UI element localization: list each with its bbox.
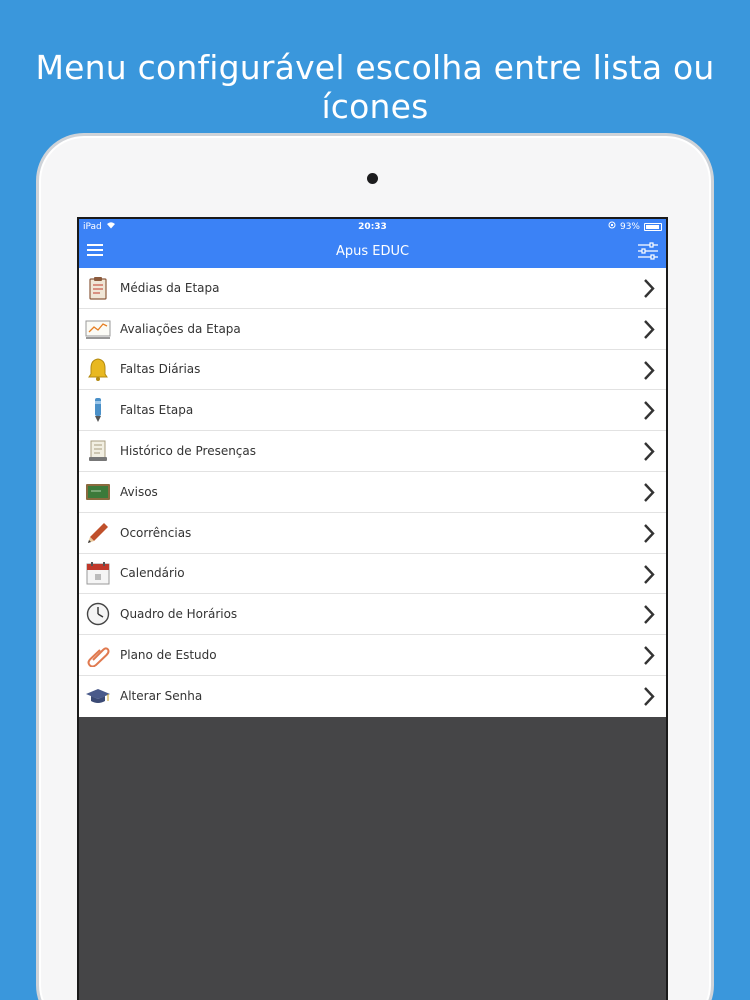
menu-item-faltas-etapa[interactable]: Faltas Etapa: [79, 390, 666, 432]
app-screen: iPad 20:33 93% Apus EDUC Médias da Etapa…: [79, 219, 666, 1000]
chevron-right-icon: [642, 278, 656, 299]
chevron-right-icon: [642, 360, 656, 381]
chevron-right-icon: [642, 564, 656, 585]
menu-item-faltas-diarias[interactable]: Faltas Diárias: [79, 350, 666, 391]
chalkboard-icon: [85, 479, 111, 505]
pencil-icon: [85, 520, 111, 546]
menu-item-label: Ocorrências: [120, 525, 192, 540]
menu-item-ocorrencias[interactable]: Ocorrências: [79, 513, 666, 554]
menu-item-avaliacoes-etapa[interactable]: Avaliações da Etapa: [79, 309, 666, 350]
menu-item-label: Faltas Diárias: [120, 362, 201, 377]
graduation-cap-icon: [85, 683, 111, 709]
menu-item-label: Calendário: [120, 566, 185, 581]
chevron-right-icon: [642, 441, 656, 462]
clipboard-icon: [85, 275, 111, 301]
camera-dot: [367, 173, 378, 184]
menu-item-medias-etapa[interactable]: Médias da Etapa: [79, 268, 666, 309]
clock-icon: [85, 601, 111, 627]
menu-item-quadro-horarios[interactable]: Quadro de Horários: [79, 594, 666, 636]
menu-item-plano-estudo[interactable]: Plano de Estudo: [79, 635, 666, 676]
chevron-right-icon: [642, 319, 656, 340]
chevron-right-icon: [642, 645, 656, 666]
menu-item-label: Avisos: [120, 484, 158, 499]
menu-item-avisos[interactable]: Avisos: [79, 472, 666, 513]
menu-item-label: Faltas Etapa: [120, 403, 194, 418]
menu-item-label: Quadro de Horários: [120, 607, 238, 622]
pen-icon: [85, 397, 111, 423]
status-bar: iPad 20:33 93%: [79, 219, 666, 234]
chevron-right-icon: [642, 523, 656, 544]
headline: Menu configurável escolha entre lista ou…: [35, 48, 715, 126]
calendar-icon: [85, 560, 111, 586]
menu-item-calendario[interactable]: Calendário: [79, 554, 666, 595]
menu-item-label: Avaliações da Etapa: [120, 321, 241, 336]
chevron-right-icon: [642, 686, 656, 707]
chevron-right-icon: [642, 400, 656, 421]
nav-title: Apus EDUC: [335, 243, 410, 259]
menu-item-alterar-senha[interactable]: Alterar Senha: [79, 676, 666, 717]
battery-fill: [646, 224, 660, 229]
menu-list: Médias da Etapa Avaliações da Etapa Falt…: [79, 268, 666, 717]
bell-icon: [85, 356, 111, 382]
battery-icon: [644, 222, 662, 231]
menu-item-label: Histórico de Presenças: [120, 444, 257, 459]
document-icon: [85, 438, 111, 464]
menu-item-historico-presencas[interactable]: Histórico de Presenças: [79, 431, 666, 472]
paperclip-icon: [85, 642, 111, 668]
menu-item-label: Plano de Estudo: [120, 648, 217, 663]
chevron-right-icon: [642, 482, 656, 503]
ipad-screen: iPad 20:33 93% Apus EDUC Médias da Etapa…: [77, 217, 668, 1000]
chart-board-icon: [85, 316, 111, 342]
sliders-icon[interactable]: [636, 241, 660, 261]
menu-item-label: Médias da Etapa: [120, 280, 220, 295]
chevron-right-icon: [642, 604, 656, 625]
nav-bar: Apus EDUC: [79, 234, 666, 268]
status-time: 20:33: [358, 221, 387, 232]
menu-item-label: Alterar Senha: [120, 689, 203, 704]
